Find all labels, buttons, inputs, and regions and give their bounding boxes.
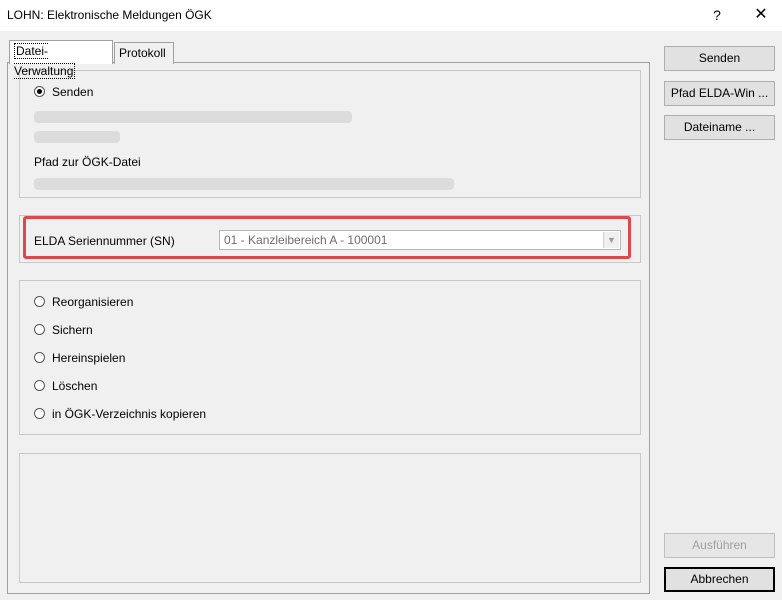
send-radio-label: Senden [52,85,94,99]
window-title: LOHN: Elektronische Meldungen ÖGK [7,8,212,22]
tab-protokoll-label: Protokoll [119,46,166,60]
ausfuehren-button[interactable]: Ausführen [664,533,775,558]
path-label: Pfad zur ÖGK-Datei [34,155,141,169]
sichern-label: Sichern [52,323,93,337]
sichern-radio[interactable] [34,324,45,335]
tab-datei-verwaltung-label: Datei-Verwaltung [14,43,76,79]
abbrechen-button[interactable]: Abbrechen [664,567,775,592]
send-radio[interactable] [34,86,45,97]
kopieren-radio[interactable] [34,408,45,419]
kopieren-label: in ÖGK-Verzeichnis kopieren [52,407,207,421]
tab-protokoll[interactable]: Protokoll [114,42,174,64]
redacted-text [34,111,352,123]
reorganisieren-label: Reorganisieren [52,295,134,309]
highlight-box [23,216,631,259]
redacted-path [34,178,454,190]
output-area [19,453,641,583]
title-bar: LOHN: Elektronische Meldungen ÖGK ? ✕ [0,0,782,31]
redacted-text [34,131,120,143]
dateiname-button[interactable]: Dateiname ... [664,115,775,140]
hereinspielen-radio[interactable] [34,352,45,363]
senden-button[interactable]: Senden [664,46,775,71]
close-icon[interactable]: ✕ [750,5,772,25]
help-icon[interactable]: ? [708,5,726,25]
reorganisieren-radio[interactable] [34,296,45,307]
hereinspielen-label: Hereinspielen [52,351,126,365]
loeschen-label: Löschen [52,379,98,393]
pfad-elda-button[interactable]: Pfad ELDA-Win ... [664,81,775,106]
loeschen-radio[interactable] [34,380,45,391]
tab-datei-verwaltung[interactable]: Datei-Verwaltung [9,40,113,79]
